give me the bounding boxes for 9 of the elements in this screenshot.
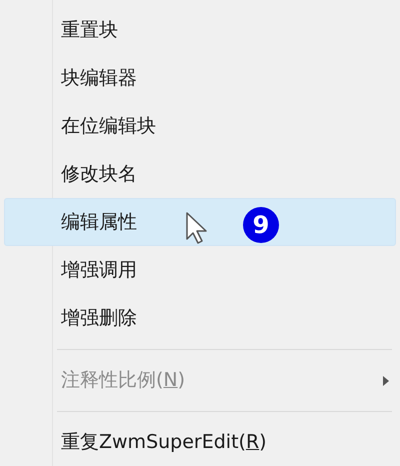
- menu-item[interactable]: 编辑属性 9: [4, 198, 396, 246]
- menu-item[interactable]: 增强删除: [4, 294, 396, 342]
- menu-item[interactable]: 块编辑器: [4, 54, 396, 102]
- menu-item[interactable]: 在位编辑块: [4, 102, 396, 150]
- step-number-badge: 9: [243, 207, 279, 243]
- menu-item[interactable]: 修改块名: [4, 150, 396, 198]
- menu-item[interactable]: 重复ZwmSuperEdit(R): [4, 418, 396, 466]
- menu-item[interactable]: 重置块: [4, 6, 396, 54]
- menu-item[interactable]: 增强调用: [4, 246, 396, 294]
